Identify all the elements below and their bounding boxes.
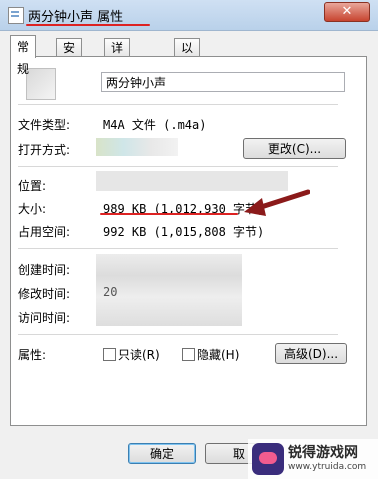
divider	[18, 334, 338, 335]
window-title: 两分钟小声 属性	[28, 10, 124, 25]
open-with-app-blurred	[96, 138, 178, 156]
annotation-arrow-icon	[244, 189, 310, 216]
tab-previous-versions[interactable]: 以前的版本	[174, 38, 201, 127]
document-icon	[8, 7, 24, 24]
divider	[18, 248, 338, 249]
attributes-label: 属性:	[18, 348, 47, 362]
gamepad-logo-icon	[252, 443, 284, 475]
title-annotation-underline	[26, 24, 150, 26]
tab-security[interactable]: 安全	[56, 38, 83, 73]
created-label: 创建时间:	[18, 263, 71, 277]
change-button[interactable]: 更改(C)...	[243, 138, 346, 159]
title-bar: 两分钟小声 属性 ✕	[0, 0, 378, 31]
size-label: 大小:	[18, 202, 47, 216]
general-panel	[10, 56, 367, 426]
file-icon	[26, 68, 56, 100]
ok-button[interactable]: 确定	[128, 443, 196, 464]
readonly-label[interactable]: 只读(R)	[118, 346, 160, 363]
type-value: M4A 文件 (.m4a)	[103, 118, 207, 132]
tab-general[interactable]: 常规	[10, 35, 37, 76]
watermark-title: 锐得游戏网	[288, 445, 358, 461]
location-label: 位置:	[18, 179, 47, 193]
accessed-label: 访问时间:	[18, 311, 71, 325]
modified-value-partial: 20	[103, 285, 118, 299]
timestamps-blurred	[96, 254, 242, 326]
tab-details[interactable]: 详细信息	[104, 38, 131, 109]
advanced-button[interactable]: 高级(D)...	[275, 343, 347, 364]
watermark: 锐得游戏网 www.ytruida.com	[248, 439, 378, 479]
properties-dialog: 两分钟小声 属性 ✕ 常规 安全 详细信息 以前的版本 两分钟小声 文件类型: …	[0, 0, 378, 479]
watermark-url: www.ytruida.com	[288, 462, 367, 472]
hidden-label[interactable]: 隐藏(H)	[197, 346, 239, 363]
readonly-checkbox[interactable]	[103, 348, 116, 361]
divider	[18, 166, 338, 167]
size-annotation-underline	[100, 213, 238, 215]
hidden-checkbox[interactable]	[182, 348, 195, 361]
size-on-disk-value: 992 KB (1,015,808 字节)	[103, 225, 265, 239]
open-with-label: 打开方式:	[18, 143, 71, 157]
type-label: 文件类型:	[18, 118, 71, 132]
size-on-disk-label: 占用空间:	[18, 225, 71, 239]
modified-label: 修改时间:	[18, 287, 71, 301]
file-name-field[interactable]: 两分钟小声	[101, 72, 345, 92]
close-button[interactable]: ✕	[324, 2, 370, 22]
divider	[18, 104, 338, 105]
